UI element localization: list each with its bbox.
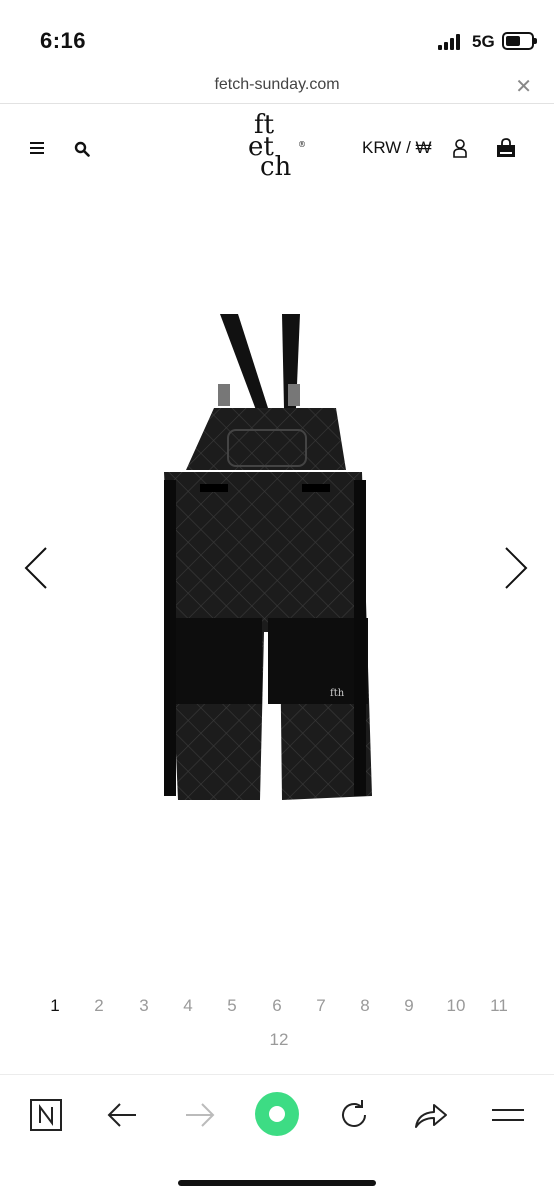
home-indicator[interactable]	[178, 1180, 376, 1186]
url-domain[interactable]: fetch-sunday.com	[0, 76, 554, 94]
previous-image-arrow-icon[interactable]	[22, 544, 50, 592]
status-bar: 6:16 5G	[0, 0, 554, 70]
site-header: ft et ch ® KRW / ₩	[0, 104, 554, 194]
status-time: 6:16	[40, 28, 87, 53]
page-6[interactable]: 6	[262, 996, 292, 1016]
page-4[interactable]: 4	[173, 996, 203, 1016]
share-icon[interactable]	[410, 1095, 450, 1135]
logo-line3: ch	[260, 152, 292, 182]
url-bar[interactable]: fetch-sunday.com ✕	[0, 70, 554, 104]
logo-registered-mark: ®	[298, 140, 306, 149]
battery-icon	[502, 32, 537, 50]
image-pagination: 1 2 3 4 5 6 7 8 9 10 11 12	[30, 996, 530, 1056]
search-icon[interactable]	[74, 141, 90, 157]
page-10[interactable]: 10	[441, 996, 471, 1016]
logo[interactable]: ft et ch ®	[246, 110, 316, 186]
green-dot-icon[interactable]	[254, 1091, 300, 1137]
page-9[interactable]: 9	[394, 996, 424, 1016]
page-12[interactable]: 12	[264, 1030, 294, 1050]
product-image[interactable]: fth	[150, 300, 410, 820]
page-8[interactable]: 8	[350, 996, 380, 1016]
currency-selector[interactable]: KRW / ₩	[362, 138, 432, 158]
menu-icon[interactable]	[488, 1095, 528, 1135]
naver-home-icon[interactable]	[26, 1095, 66, 1135]
close-icon[interactable]: ✕	[515, 74, 532, 99]
svg-text:fth: fth	[330, 688, 345, 699]
page-2[interactable]: 2	[84, 996, 114, 1016]
back-icon[interactable]	[102, 1095, 142, 1135]
page-7[interactable]: 7	[306, 996, 336, 1016]
reload-icon[interactable]	[334, 1095, 374, 1135]
page-1[interactable]: 1	[40, 996, 70, 1016]
forward-icon[interactable]	[180, 1095, 220, 1135]
page-3[interactable]: 3	[129, 996, 159, 1016]
next-image-arrow-icon[interactable]	[502, 544, 530, 592]
page-5[interactable]: 5	[217, 996, 247, 1016]
network-label: 5G	[472, 32, 495, 51]
hamburger-menu-icon[interactable]	[30, 142, 44, 154]
shopping-bag-icon[interactable]	[496, 138, 516, 158]
page-11[interactable]: 11	[484, 996, 514, 1016]
signal-icon	[438, 34, 464, 50]
user-icon[interactable]	[452, 138, 468, 158]
